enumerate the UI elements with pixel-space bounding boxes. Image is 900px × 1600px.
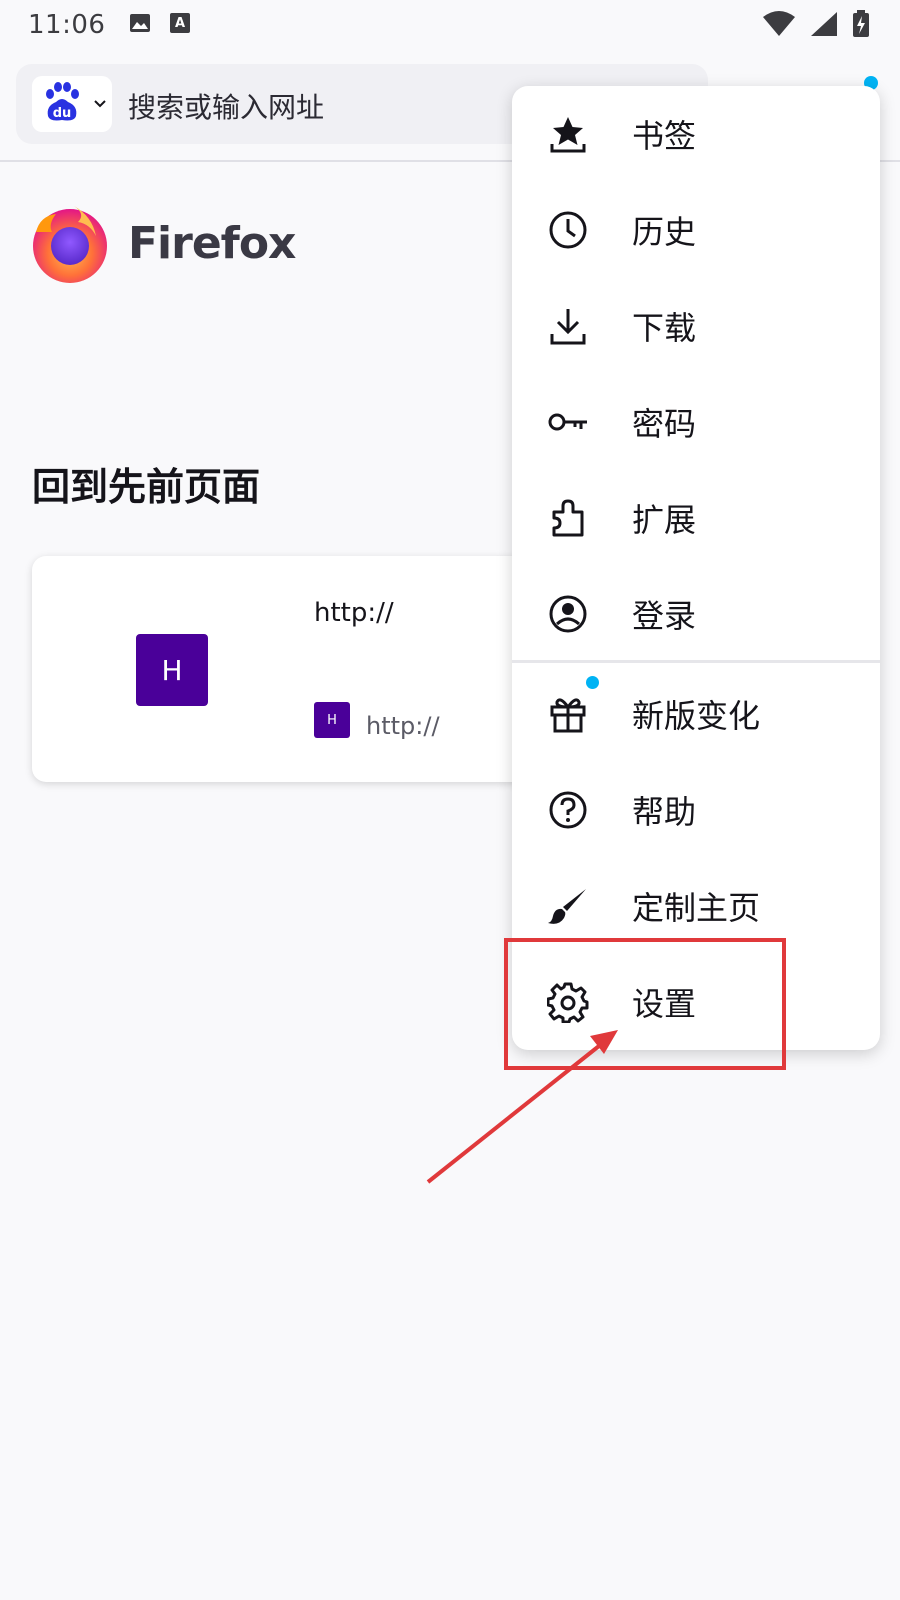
firefox-logo-icon bbox=[30, 202, 112, 284]
puzzle-icon bbox=[546, 496, 590, 540]
tab-title: http:// bbox=[314, 598, 394, 628]
menu-item-label: 登录 bbox=[632, 597, 697, 635]
menu-item-extensions[interactable]: 扩展 bbox=[512, 470, 880, 566]
image-icon bbox=[129, 13, 151, 37]
main-menu: 书签 历史 下载 密码 扩展 登录 新版变化 帮助 定制主页 设置 bbox=[512, 86, 880, 1050]
recent-tab-card[interactable]: H http:// H http:// bbox=[32, 556, 592, 782]
search-engine-selector[interactable]: du bbox=[32, 76, 112, 132]
chevron-down-icon bbox=[92, 96, 108, 116]
search-input[interactable]: 搜索或输入网址 bbox=[128, 86, 324, 126]
svg-text:A: A bbox=[175, 16, 185, 31]
menu-item-label: 定制主页 bbox=[632, 889, 761, 927]
screen: 11:06 A du 搜索或输入网址 Firefox 回到先前页面 H http… bbox=[0, 0, 900, 1600]
menu-item-downloads[interactable]: 下载 bbox=[512, 278, 880, 374]
gift-icon bbox=[546, 692, 590, 736]
bookmark-star-icon bbox=[546, 112, 590, 156]
menu-item-label: 下载 bbox=[632, 309, 697, 347]
menu-item-label: 扩展 bbox=[632, 501, 697, 539]
menu-item-label: 书签 bbox=[632, 117, 697, 155]
menu-item-passwords[interactable]: 密码 bbox=[512, 374, 880, 470]
account-icon bbox=[546, 592, 590, 636]
section-title: 回到先前页面 bbox=[32, 465, 261, 509]
menu-item-whats-new[interactable]: 新版变化 bbox=[512, 666, 880, 762]
tab-thumbnail: H bbox=[136, 634, 208, 706]
menu-item-sign-in[interactable]: 登录 bbox=[512, 566, 880, 662]
status-bar: 11:06 A bbox=[0, 0, 900, 50]
svg-text:du: du bbox=[53, 106, 72, 121]
wifi-icon bbox=[762, 11, 796, 41]
tab-url: http:// bbox=[366, 712, 440, 740]
menu-item-history[interactable]: 历史 bbox=[512, 182, 880, 278]
menu-item-label: 历史 bbox=[632, 213, 697, 251]
clock-icon bbox=[546, 208, 590, 252]
signal-icon bbox=[810, 11, 838, 41]
status-left-icons: A bbox=[129, 12, 191, 38]
tab-favicon: H bbox=[314, 702, 350, 738]
key-icon bbox=[546, 400, 590, 444]
help-icon bbox=[546, 788, 590, 832]
menu-item-help[interactable]: 帮助 bbox=[512, 762, 880, 858]
baidu-logo-icon: du bbox=[40, 80, 84, 128]
brush-icon bbox=[546, 884, 590, 928]
status-right-icons bbox=[762, 10, 870, 42]
annotation-highlight-box bbox=[504, 938, 786, 1070]
battery-charging-icon bbox=[852, 10, 870, 42]
menu-item-label: 新版变化 bbox=[632, 697, 761, 735]
firefox-wordmark: Firefox bbox=[128, 218, 296, 269]
font-download-icon: A bbox=[169, 12, 191, 38]
status-time: 11:06 bbox=[28, 10, 106, 40]
menu-item-label: 密码 bbox=[632, 405, 697, 443]
menu-item-bookmarks[interactable]: 书签 bbox=[512, 86, 880, 182]
download-icon bbox=[546, 304, 590, 348]
new-badge-dot bbox=[586, 676, 599, 689]
menu-item-label: 帮助 bbox=[632, 793, 697, 831]
menu-divider bbox=[512, 660, 880, 663]
